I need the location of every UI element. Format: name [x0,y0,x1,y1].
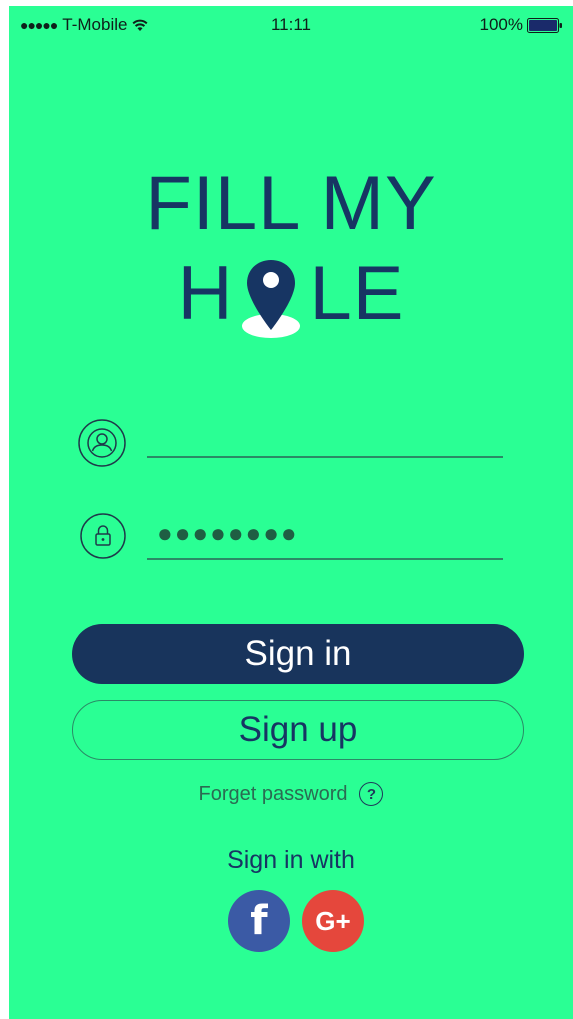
forget-password-link[interactable]: Forget password [199,783,348,806]
password-input-line[interactable] [147,558,503,560]
forget-password-row[interactable]: Forget password ? [9,782,573,806]
username-input-line[interactable] [147,456,503,458]
login-screen: ●●●●● T-Mobile 11:11 100% FILL MY H LE ●… [9,6,573,1019]
sign-in-with-label: Sign in with [227,846,355,874]
status-bar: ●●●●● T-Mobile 11:11 100% [9,6,573,42]
facebook-icon[interactable]: f [228,890,290,952]
logo-title-line2: H LE [9,256,573,346]
battery-percent: 100% [479,15,523,34]
location-pin-icon [242,260,301,338]
password-input[interactable]: ●●●●●●●● [157,518,299,549]
battery-icon [527,17,562,33]
google-plus-icon[interactable]: G+ [302,890,364,952]
user-icon [78,419,126,467]
status-right: 100% [480,15,563,35]
sign-up-button[interactable]: Sign up [72,700,524,760]
logo-title-line1: FILL MY [145,161,437,246]
logo-line2-end: LE [309,251,405,336]
help-icon[interactable]: ? [359,782,384,806]
sign-in-button[interactable]: Sign in [72,624,524,684]
lock-icon [80,513,126,559]
logo-line2-start: H [177,251,234,336]
